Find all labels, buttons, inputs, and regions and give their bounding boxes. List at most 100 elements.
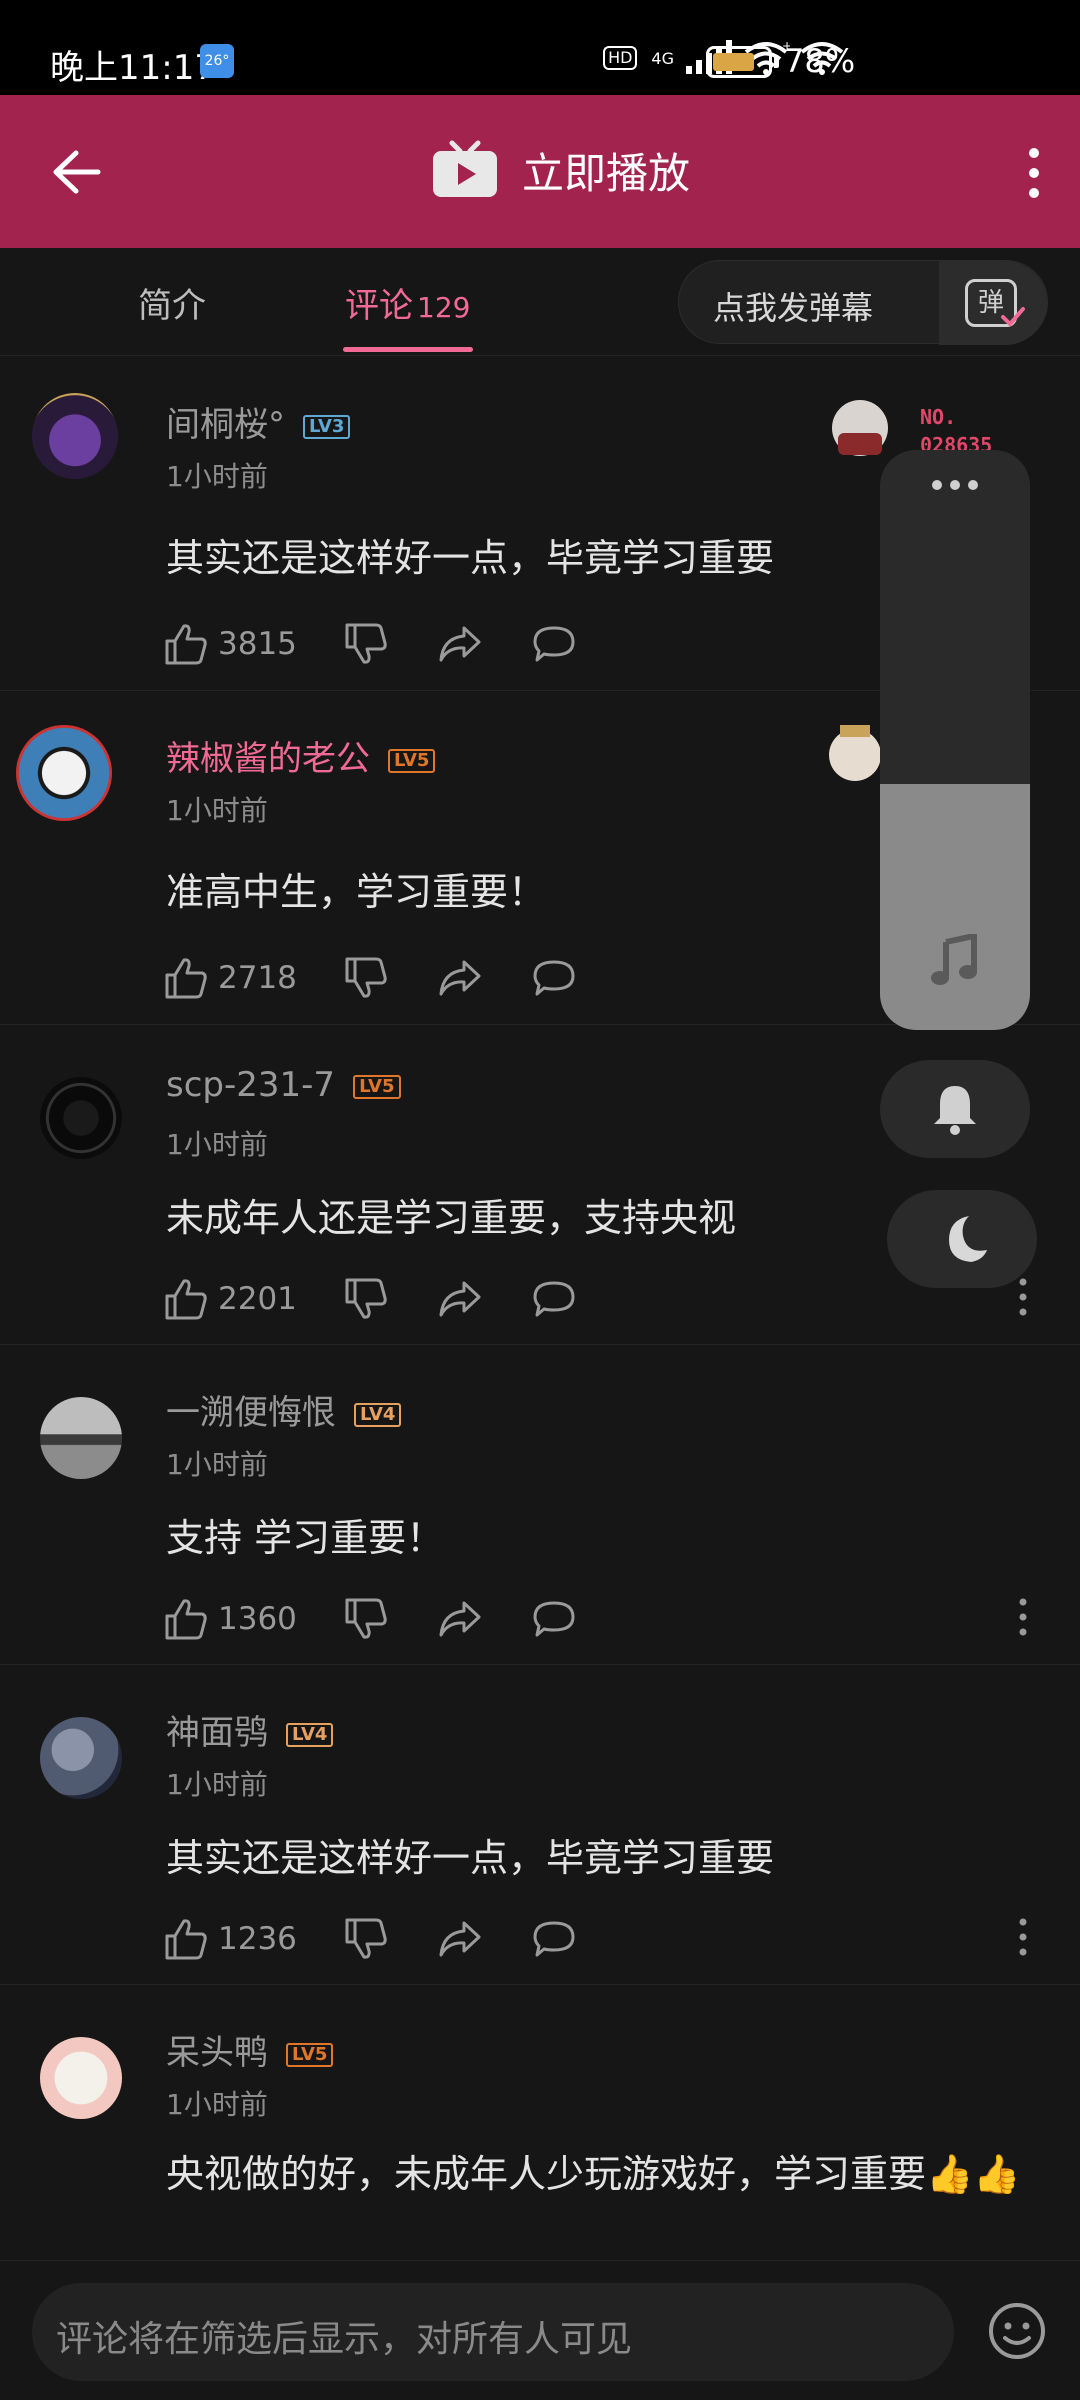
network-type: 4G [651,48,674,68]
username[interactable]: 神面鸮 LV4 [166,1705,334,1754]
tv-play-icon [433,140,497,197]
thumbs-down-icon [345,1918,387,1959]
thumbs-up-icon [165,958,207,999]
like-button[interactable]: 2718 [164,957,344,999]
comment-item: 神面鸮 LV4 1小时前 其实还是这样好一点，毕竟学习重要 1236 [0,1665,1080,1985]
battery-tip [774,56,779,68]
comment-actions: 2718 [164,953,626,1003]
comment-input[interactable]: 评论将在筛选后显示，对所有人可见 [32,2283,954,2381]
avatar[interactable] [40,1717,122,1799]
reply-button[interactable] [532,1914,626,1964]
username-text: 间桐桜° [166,405,285,445]
back-arrow-icon[interactable] [50,145,104,199]
reply-icon [533,960,575,996]
comment-count: 129 [417,291,471,324]
battery-icon [706,46,772,78]
thumbs-up-icon [165,624,207,665]
thumbs-down-icon [345,1278,387,1319]
share-icon [439,626,481,662]
tab-active-indicator [343,347,473,352]
share-button[interactable] [438,1274,532,1324]
like-button[interactable]: 1236 [164,1918,344,1960]
reply-button[interactable] [532,619,626,669]
comment-actions: 2201 [164,1274,626,1324]
check-icon [1001,307,1025,327]
share-button[interactable] [438,619,532,669]
username-text: 辣椒酱的老公 [166,739,370,779]
reply-icon [533,1601,575,1637]
reply-button[interactable] [532,953,626,1003]
comment-text: 支持 学习重要！ [166,1516,445,1560]
username-text: scp-231-7 [166,1065,336,1105]
emoji-icon[interactable] [988,2302,1046,2360]
bell-icon [934,1086,976,1135]
avatar[interactable] [32,393,118,479]
dislike-button[interactable] [344,1274,438,1324]
danmaku-button[interactable]: 点我发弹幕 弹 [678,260,1048,345]
like-button[interactable]: 1360 [164,1598,344,1640]
comment-more-icon[interactable] [1018,1277,1028,1317]
username[interactable]: 辣椒酱的老公 LV5 [166,731,436,780]
reply-button[interactable] [532,1594,626,1644]
comment-more-icon[interactable] [1018,1597,1028,1637]
username[interactable]: scp-231-7 LV5 [166,1065,401,1105]
share-button[interactable] [438,1914,532,1964]
hd-icon: HD [603,46,638,70]
comment-time: 1小时前 [166,1448,268,1481]
comment-actions: 1360 [164,1594,626,1644]
avatar[interactable] [40,1077,122,1159]
tab-intro[interactable]: 简介 [138,278,206,327]
volume-level-fill [880,784,1030,1030]
username-text: 呆头鸭 [166,2033,268,2073]
dislike-button[interactable] [344,953,438,1003]
level-badge: LV5 [353,1074,401,1099]
thumbs-up-icon [165,1279,207,1320]
username[interactable]: 间桐桜° LV3 [166,397,351,446]
comment-time: 1小时前 [166,794,268,827]
reply-button[interactable] [532,1274,626,1324]
reply-icon [533,1921,575,1957]
avatar[interactable] [40,1397,122,1479]
comment-time: 1小时前 [166,1128,268,1161]
like-button[interactable]: 3815 [164,623,344,665]
level-badge: LV4 [286,1722,334,1747]
more-options-icon[interactable] [1024,145,1044,201]
screen: 晚上11:17 26° HD 4G + 78% 立即播放 简介 评论 129 点… [0,0,1080,2400]
dislike-button[interactable] [344,1594,438,1644]
dots-icon[interactable] [930,478,980,492]
like-count: 1360 [218,1601,297,1637]
comment-item: 一溯便悔恨 LV4 1小时前 支持 学习重要！ 1360 [0,1345,1080,1665]
ringer-toggle[interactable] [880,1060,1030,1158]
share-button[interactable] [438,953,532,1003]
share-icon [439,1281,481,1317]
comment-time: 1小时前 [166,460,268,493]
username-text: 神面鸮 [166,1713,268,1753]
dark-mode-toggle[interactable] [887,1190,1037,1288]
tab-comments[interactable]: 评论 129 [345,278,470,327]
share-button[interactable] [438,1594,532,1644]
tab-comments-label: 评论 [345,286,413,326]
comment-item: 呆头鸭 LV5 1小时前 央视做的好，未成年人少玩游戏好，学习重要👍👍 [0,1985,1080,2260]
username[interactable]: 呆头鸭 LV5 [166,2025,334,2074]
dislike-button[interactable] [344,619,438,669]
username-text: 一溯便悔恨 [166,1393,336,1433]
comment-text: 央视做的好，未成年人少玩游戏好，学习重要👍👍 [166,2152,1021,2196]
danmaku-toggle[interactable]: 弹 [939,261,1047,345]
comment-more-icon[interactable] [1018,1917,1028,1957]
thumbs-down-icon [345,623,387,664]
play-now-button[interactable]: 立即播放 [430,135,690,205]
like-count: 2201 [218,1281,297,1317]
username[interactable]: 一溯便悔恨 LV4 [166,1385,402,1434]
level-badge: LV5 [388,748,436,773]
share-icon [439,960,481,996]
fan-badge-image [820,393,900,463]
avatar[interactable] [16,725,112,821]
comment-text: 其实还是这样好一点，毕竟学习重要 [166,1836,775,1880]
battery-percent: 78% [784,42,856,80]
like-button[interactable]: 2201 [164,1278,344,1320]
dislike-button[interactable] [344,1914,438,1964]
comment-actions: 1236 [164,1914,626,1964]
avatar[interactable] [40,2037,122,2119]
weather-icon: 26° [200,44,234,78]
floating-volume-panel[interactable] [880,450,1030,1030]
